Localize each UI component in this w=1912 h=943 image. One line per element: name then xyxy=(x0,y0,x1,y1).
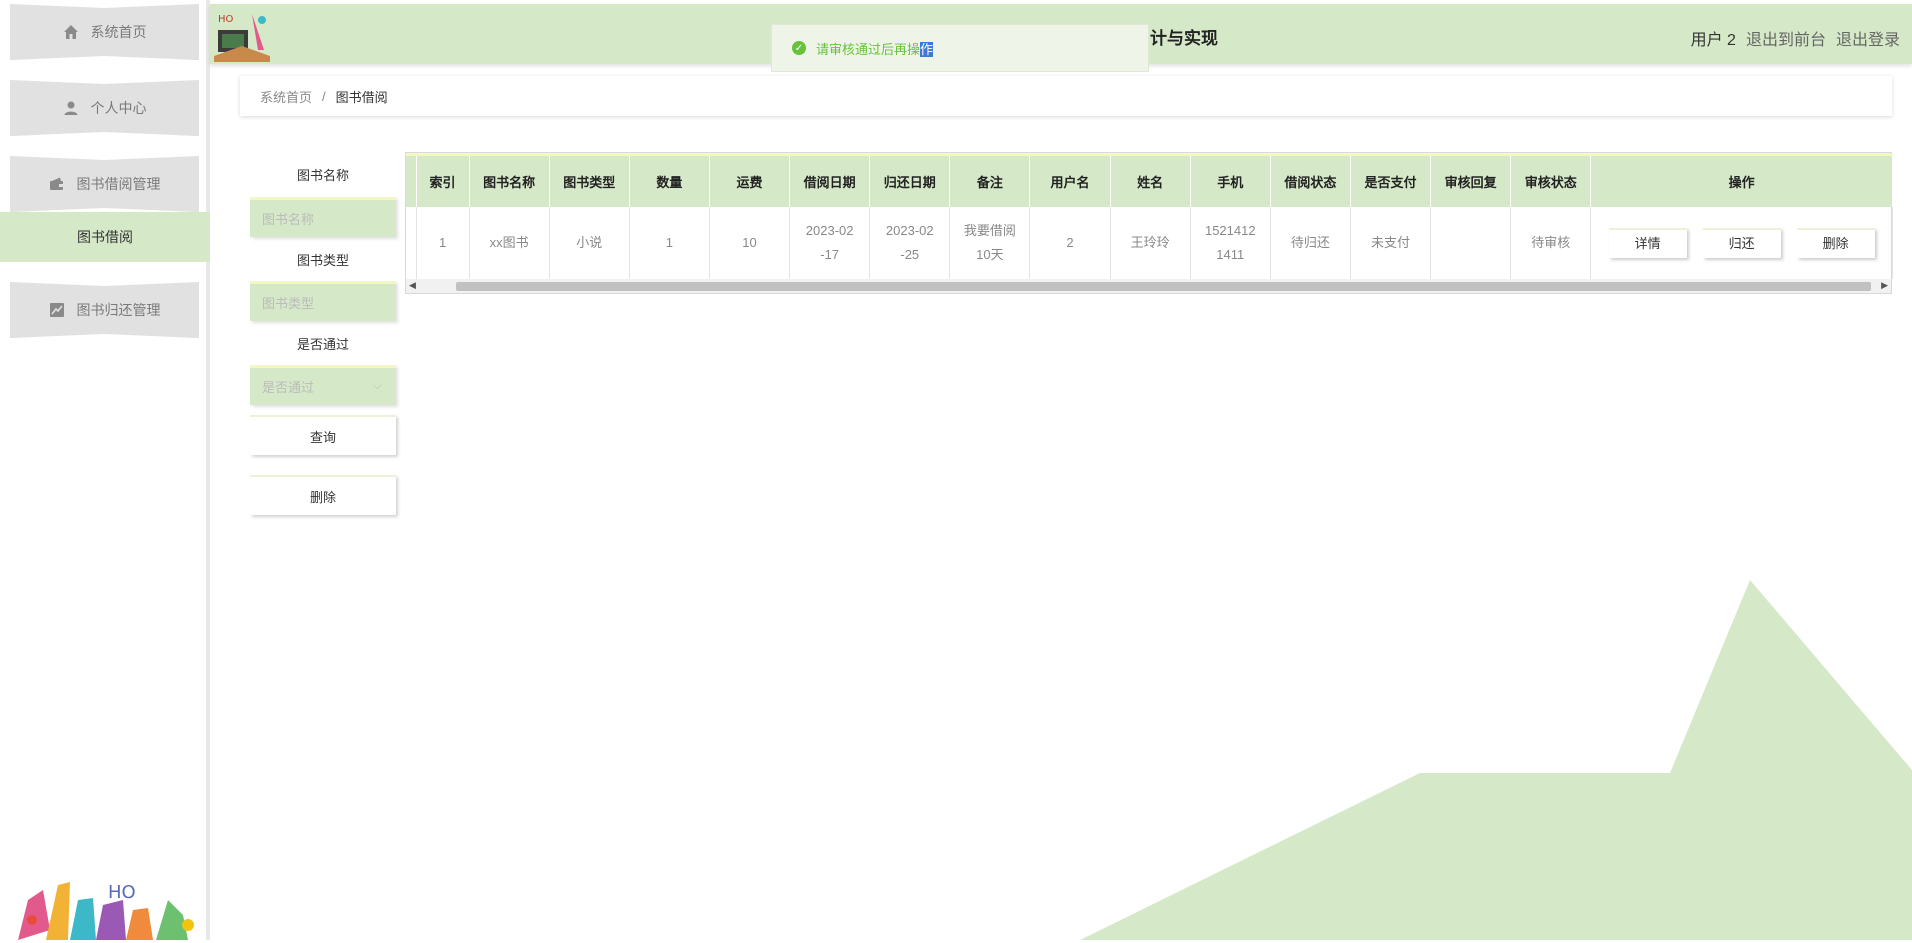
success-check-icon: ✓ xyxy=(792,41,806,55)
table-header: 审核回复 xyxy=(1430,154,1512,207)
svg-text:HO: HO xyxy=(218,14,234,25)
sidebar-item-label: 系统首页 xyxy=(90,24,147,40)
cell-quantity: 1 xyxy=(629,206,710,279)
top-right-actions: 用户 2 退出到前台 退出登录 xyxy=(1691,26,1900,50)
cell-review-reply xyxy=(1430,206,1512,279)
wallet-icon xyxy=(49,176,65,192)
cell-book-name: xx图书 xyxy=(469,206,550,279)
borrow-table: 索引 图书名称 图书类型 数量 运费 借阅日期 归还日期 备注 用户名 姓名 手… xyxy=(405,152,1893,294)
cell-return-date-line1: 2023-02 xyxy=(885,222,934,238)
cell-return-date-line2: -25 xyxy=(900,246,920,262)
sidebar-item-personal-center[interactable]: 个人中心 xyxy=(10,80,199,136)
breadcrumb: 系统首页 / 图书借阅 xyxy=(240,76,1892,116)
cell-remark-line2: 10天 xyxy=(976,246,1004,262)
cell-phone: 1521412 1411 xyxy=(1190,206,1271,279)
cell-remark-line1: 我要借阅 xyxy=(963,222,1016,238)
cell-return-date: 2023-02 -25 xyxy=(869,206,951,279)
detail-button[interactable]: 详情 xyxy=(1608,227,1687,258)
passed-select[interactable]: 是否通过 ⌵ xyxy=(250,365,396,405)
table-header: 图书名称 xyxy=(469,154,550,207)
book-name-input[interactable]: 图书名称 xyxy=(250,197,396,237)
logout-link[interactable]: 退出登录 xyxy=(1836,26,1900,50)
row-checkbox-cell[interactable] xyxy=(406,206,417,279)
table-header: 借阅日期 xyxy=(789,154,871,207)
app-logo: HO xyxy=(212,6,272,64)
passed-label: 是否通过 xyxy=(296,337,349,352)
book-type-placeholder: 图书类型 xyxy=(262,296,315,311)
sidebar-item-label: 图书归还管理 xyxy=(76,302,161,318)
return-button[interactable]: 归还 xyxy=(1702,227,1781,258)
toast-text-highlight: 作 xyxy=(920,41,934,57)
svg-text:HO: HO xyxy=(108,882,136,903)
table-header: 数量 xyxy=(629,154,710,207)
sidebar-item-label: 个人中心 xyxy=(90,100,147,116)
toast-message: ✓ 请审核通过后再操作 xyxy=(771,24,1149,72)
table-header: 备注 xyxy=(949,154,1031,207)
breadcrumb-separator: / xyxy=(322,88,326,104)
horizontal-scrollbar[interactable]: ◀ ▶ xyxy=(406,279,1891,293)
sidebar-logo-illustration: HO xyxy=(8,870,208,940)
chart-icon xyxy=(49,302,65,318)
sidebar-item-return-management[interactable]: 图书归还管理 xyxy=(10,282,199,338)
table-header: 操作 xyxy=(1590,154,1893,207)
delete-row-button[interactable]: 删除 xyxy=(1796,227,1875,258)
sidebar-item-home[interactable]: 系统首页 xyxy=(10,4,199,60)
cell-remark: 我要借阅 10天 xyxy=(949,206,1031,279)
cell-borrow-date-line1: 2023-02 xyxy=(805,222,854,238)
scrollbar-thumb[interactable] xyxy=(456,282,1871,291)
query-button[interactable]: 查询 xyxy=(250,415,396,455)
cell-borrow-date-line2: -17 xyxy=(820,246,840,262)
delete-selected-button[interactable]: 删除 xyxy=(250,475,396,515)
person-icon xyxy=(63,100,79,116)
table-header-row: 索引 图书名称 图书类型 数量 运费 借阅日期 归还日期 备注 用户名 姓名 手… xyxy=(406,154,1893,207)
table-row: 1 xx图书 小说 1 10 2023-02 -17 2023-02 -25 我要借… xyxy=(406,206,1893,279)
table-header: 是否支付 xyxy=(1350,154,1432,207)
table-header: 审核状态 xyxy=(1510,154,1592,207)
cell-name: 王玲玲 xyxy=(1110,206,1191,279)
sidebar-item-label: 图书借阅管理 xyxy=(76,176,161,192)
table-header: 用户名 xyxy=(1029,154,1111,207)
scroll-right-arrow-icon[interactable]: ▶ xyxy=(1881,280,1888,291)
app-title: 计与实现 xyxy=(1150,29,1218,48)
decorative-background-shape xyxy=(1080,580,1912,940)
cell-phone-line2: 1411 xyxy=(1216,246,1245,262)
table-header: 手机 xyxy=(1190,154,1271,207)
cell-book-type: 小说 xyxy=(549,206,630,279)
table-header: 借阅状态 xyxy=(1270,154,1351,207)
cell-phone-line1: 1521412 xyxy=(1204,222,1256,238)
cell-borrow-date: 2023-02 -17 xyxy=(789,206,871,279)
sidebar: 系统首页 个人中心 图书借阅管理 图书借阅 图书归还管理 HO xyxy=(0,0,210,940)
book-name-label: 图书名称 xyxy=(296,168,349,183)
table-header-checkbox xyxy=(406,154,417,207)
table-header: 姓名 xyxy=(1110,154,1191,207)
cell-actions: 详情 归还 删除 xyxy=(1590,206,1893,279)
table-header: 运费 xyxy=(709,154,791,207)
table-header: 索引 xyxy=(416,154,470,207)
toast-text: 请审核通过后再操作 xyxy=(816,39,934,58)
cell-username: 2 xyxy=(1029,206,1111,279)
toast-text-main: 请审核通过后再操 xyxy=(816,41,921,57)
table-header: 图书类型 xyxy=(549,154,630,207)
breadcrumb-home[interactable]: 系统首页 xyxy=(260,87,312,106)
book-type-input[interactable]: 图书类型 xyxy=(250,281,396,321)
chevron-down-icon: ⌵ xyxy=(372,378,382,392)
current-user: 用户 2 xyxy=(1690,32,1736,49)
sidebar-item-borrow-management[interactable]: 图书借阅管理 xyxy=(10,156,199,212)
back-to-front-link[interactable]: 退出到前台 xyxy=(1746,26,1826,50)
sidebar-item-label: 图书借阅 xyxy=(77,229,133,245)
cell-borrow-status: 待归还 xyxy=(1270,206,1351,279)
book-type-label: 图书类型 xyxy=(296,253,349,268)
scroll-left-arrow-icon[interactable]: ◀ xyxy=(409,280,416,291)
cell-review-status: 待审核 xyxy=(1510,206,1592,279)
cell-index: 1 xyxy=(416,206,470,279)
book-name-placeholder: 图书名称 xyxy=(262,212,315,227)
sidebar-item-book-borrow[interactable]: 图书借阅 xyxy=(0,212,210,262)
breadcrumb-current: 图书借阅 xyxy=(335,89,388,105)
cell-freight: 10 xyxy=(709,206,791,279)
home-icon xyxy=(63,24,79,40)
passed-placeholder: 是否通过 xyxy=(262,380,315,395)
cell-paid: 未支付 xyxy=(1350,206,1432,279)
table-header: 归还日期 xyxy=(869,154,951,207)
